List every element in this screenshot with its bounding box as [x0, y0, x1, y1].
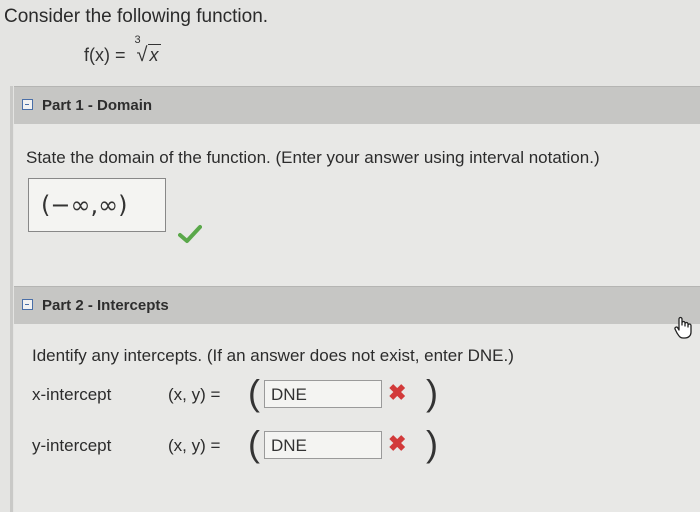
cube-root: 3 √ x: [135, 34, 161, 67]
assignment-page: Consider the following function. f(x) = …: [0, 0, 700, 512]
function-lhs: f(x) =: [84, 45, 126, 65]
collapse-icon[interactable]: [22, 99, 33, 110]
domain-answer-value: (−∞,∞): [41, 191, 128, 219]
y-intercept-field[interactable]: DNE: [264, 431, 382, 459]
open-paren: (: [248, 423, 260, 464]
section-rule: [10, 86, 13, 512]
function-expression: f(x) = 3 √ x: [84, 34, 161, 67]
xy-expression: (x, y) =: [168, 385, 221, 404]
root-index: 3: [134, 34, 141, 46]
domain-answer-field[interactable]: (−∞,∞): [28, 178, 166, 232]
radicand: x: [147, 44, 161, 65]
incorrect-x-icon: ✖: [388, 431, 407, 456]
part2-body: Identify any intercepts. (If an answer d…: [14, 324, 700, 512]
xy-expression: (x, y) =: [168, 436, 221, 455]
close-paren: ): [426, 372, 438, 413]
open-paren: (: [248, 372, 260, 413]
part1-title: Part 1 - Domain: [42, 97, 153, 114]
part1-prompt: State the domain of the function. (Enter…: [26, 148, 600, 167]
part2-header[interactable]: Part 2 - Intercepts: [14, 286, 700, 325]
question-intro: Consider the following function.: [4, 6, 269, 27]
x-intercept-field[interactable]: DNE: [264, 380, 382, 408]
x-intercept-label: x-intercept: [32, 385, 112, 404]
part1-body: State the domain of the function. (Enter…: [14, 124, 700, 286]
collapse-icon[interactable]: [22, 299, 33, 310]
checkmark-icon: [178, 225, 202, 243]
close-paren: ): [426, 423, 438, 464]
hand-pointer-icon: [674, 316, 692, 339]
incorrect-x-icon: ✖: [388, 380, 407, 405]
part1-header[interactable]: Part 1 - Domain: [14, 86, 700, 125]
part2-title: Part 2 - Intercepts: [42, 297, 169, 314]
part2-prompt: Identify any intercepts. (If an answer d…: [32, 346, 514, 365]
radical-sign: √: [136, 44, 148, 66]
y-intercept-label: y-intercept: [32, 436, 112, 455]
